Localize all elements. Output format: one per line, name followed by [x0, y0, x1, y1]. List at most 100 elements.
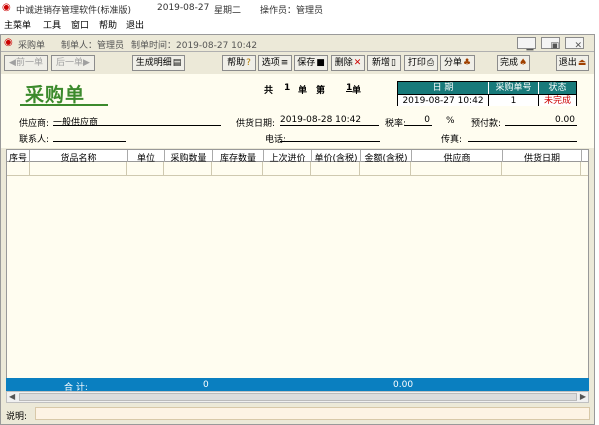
save-icon: ■	[316, 58, 325, 68]
menu-tools[interactable]: 工具	[43, 18, 61, 31]
tax-rate-label: 税率:	[385, 119, 407, 129]
generate-detail-label: 生成明细	[135, 58, 172, 68]
fax-label: 传真:	[441, 135, 463, 145]
split-label: 分单	[443, 58, 462, 68]
detail-icon: ▤	[172, 58, 182, 68]
close-button[interactable]: ✕	[565, 37, 584, 51]
prev-arrow-icon: ◀	[9, 58, 16, 68]
scroll-left-icon[interactable]: ◀	[9, 392, 15, 401]
prepay-field[interactable]: 0.00	[505, 115, 577, 126]
phone-field[interactable]	[280, 131, 380, 142]
done-icon: ♠	[518, 58, 528, 68]
menu-exit[interactable]: 退出	[126, 18, 144, 31]
menu-main[interactable]: 主菜单	[4, 18, 31, 31]
toolbar: ◀前一单 后一单▶ 生成明细▤ 帮助? 选项≡ 保存■ 删除✕ 新增▯ 打印⎙ …	[1, 53, 594, 73]
save-button[interactable]: 保存■	[294, 55, 328, 71]
info-header-number: 采购单号	[489, 82, 539, 94]
split-button[interactable]: 分单♣	[440, 55, 475, 71]
note-label: 说明:	[6, 412, 28, 422]
prev-doc-label: 前一单	[15, 58, 43, 68]
contact-label: 联系人:	[19, 135, 50, 145]
grid-body[interactable]	[6, 162, 589, 378]
printer-icon: ⎙	[426, 58, 435, 68]
prepay-label: 预付款:	[471, 119, 502, 129]
new-doc-icon: ▯	[391, 58, 396, 68]
current-date: 2019-08-27	[157, 3, 210, 13]
next-doc-label: 后一单	[56, 58, 84, 68]
form-title-underline	[20, 104, 108, 106]
split-icon: ♣	[462, 58, 472, 68]
delete-icon: ✕	[353, 58, 362, 68]
maximize-button[interactable]: ▣	[541, 37, 560, 51]
next-arrow-icon: ▶	[83, 58, 90, 68]
doc-created-at: 制单时间：2019-08-27 10:42	[131, 41, 258, 51]
page-mid: 第	[316, 86, 326, 96]
info-status-value: 未完成	[539, 94, 576, 106]
exit-label: 退出	[558, 58, 577, 68]
scroll-right-icon[interactable]: ▶	[580, 392, 586, 401]
delivery-date-label: 供货日期:	[236, 119, 276, 129]
generate-detail-button[interactable]: 生成明细▤	[132, 55, 185, 71]
prev-doc-button[interactable]: ◀前一单	[4, 55, 48, 71]
fax-field[interactable]	[468, 131, 577, 142]
app-title: 中诚进销存管理软件(标准版)	[16, 6, 132, 16]
next-doc-button[interactable]: 后一单▶	[51, 55, 95, 71]
minimize-button[interactable]: ▁	[517, 37, 536, 51]
supplier-field[interactable]: 一般供应商	[53, 115, 221, 128]
scroll-thumb[interactable]	[19, 393, 577, 401]
note-field[interactable]	[35, 407, 590, 420]
document-titlebar: ◉ 采购单 制单人：管理员 制单时间：2019-08-27 10:42 ▁ ▣ …	[1, 35, 594, 52]
info-header-status: 状态	[539, 82, 576, 94]
help-label: 帮助	[227, 58, 246, 68]
table-row[interactable]	[7, 162, 588, 176]
tax-rate-field[interactable]: 0	[405, 115, 432, 126]
menu-window[interactable]: 窗口	[71, 18, 89, 31]
page-prefix: 共	[264, 86, 274, 96]
form-title: 采购单	[25, 84, 86, 106]
totals-bar: 合 计: 0 0.00	[6, 378, 589, 393]
app-titlebar: ◉ 中诚进销存管理软件(标准版) 2019-08-27 星期二 操作员：管理员	[0, 0, 599, 16]
options-label: 选项	[261, 58, 280, 68]
totals-qty: 0	[203, 380, 209, 390]
delete-label: 删除	[334, 58, 353, 68]
totals-amount: 0.00	[393, 380, 414, 390]
help-icon: ?	[246, 58, 251, 68]
exit-button[interactable]: 退出⏏	[556, 55, 589, 71]
operator-label: 操作员：管理员	[260, 6, 324, 16]
doc-info-table: 日 期 采购单号 状态 2019-08-27 10:42 1 未完成	[397, 81, 577, 106]
info-number-value: 1	[489, 94, 539, 106]
print-label: 打印	[407, 58, 426, 68]
help-button[interactable]: 帮助?	[222, 55, 256, 71]
new-button[interactable]: 新增▯	[367, 55, 401, 71]
contact-field[interactable]	[53, 131, 126, 142]
page-unit: 单	[298, 86, 308, 96]
print-button[interactable]: 打印⎙	[404, 55, 438, 71]
options-icon: ≡	[280, 58, 289, 68]
tax-rate-unit: %	[446, 116, 455, 126]
doc-creator: 制单人：管理员	[61, 41, 125, 51]
exit-icon: ⏏	[577, 58, 587, 68]
maximize-icon: ▣	[550, 41, 560, 51]
options-button[interactable]: 选项≡	[258, 55, 292, 71]
current-weekday: 星期二	[214, 6, 242, 16]
delivery-date-field[interactable]: 2019-08-28 10:42	[280, 115, 379, 126]
done-label: 完成	[499, 58, 518, 68]
supplier-label: 供应商:	[19, 119, 50, 129]
note-bar: 说明:	[1, 405, 594, 423]
app-logo-icon: ◉	[2, 2, 11, 13]
info-header-date: 日 期	[398, 82, 489, 94]
menu-bar: 主菜单 工具 窗口 帮助 退出	[0, 16, 599, 31]
info-date-value: 2019-08-27 10:42	[398, 94, 489, 106]
page-total: 1	[284, 83, 291, 93]
menu-help[interactable]: 帮助	[99, 18, 117, 31]
delete-button[interactable]: 删除✕	[331, 55, 365, 71]
done-button[interactable]: 完成♠	[497, 55, 530, 71]
horizontal-scrollbar[interactable]: ◀ ▶	[6, 391, 589, 403]
page-suffix: 单	[352, 86, 362, 96]
new-label: 新增	[372, 58, 391, 68]
grid-header: 序号 货品名称 单位 采购数量 库存数量 上次进价 单价(含税) 金额(含税) …	[6, 149, 589, 164]
close-icon: ✕	[574, 41, 583, 51]
doc-title: 采购单	[18, 41, 46, 51]
save-label: 保存	[297, 58, 316, 68]
minimize-icon: ▁	[526, 41, 534, 51]
